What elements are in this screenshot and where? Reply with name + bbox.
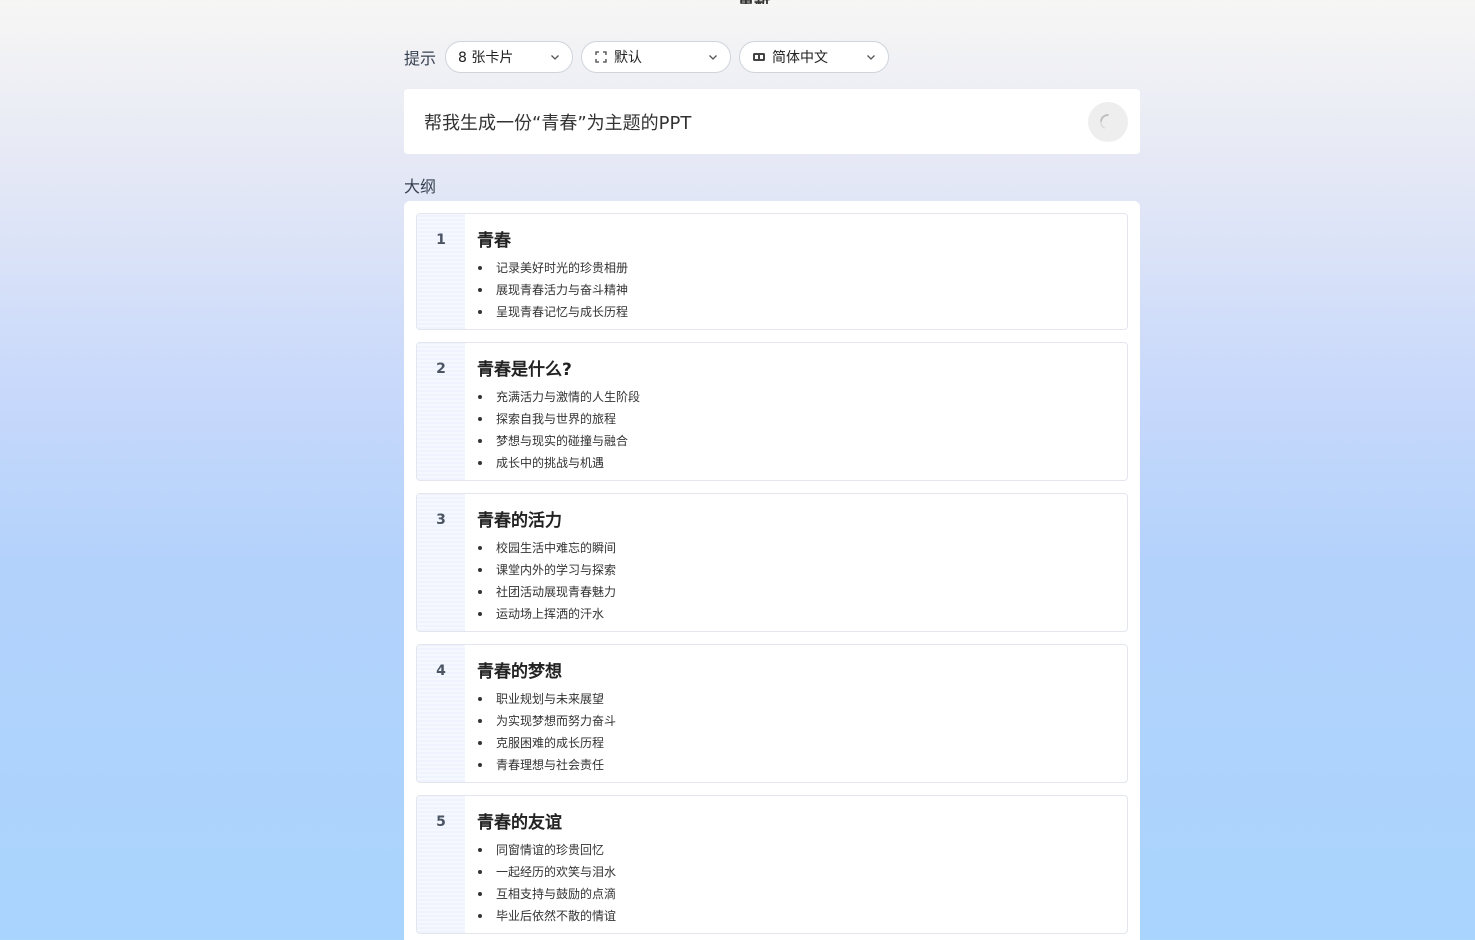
language-value: 简体中文 — [772, 50, 829, 66]
card-point[interactable]: 展现青春活力与奋斗精神 — [477, 279, 1115, 301]
card-number: 4 — [417, 645, 465, 782]
card-points: 充满活力与激情的人生阶段 探索自我与世界的旅程 梦想与现实的碰撞与融合 成长中的… — [477, 386, 1115, 474]
card-title[interactable]: 青春的友谊 — [477, 808, 1115, 833]
card-body: 青春的友谊 同窗情谊的珍贵回忆 一起经历的欢笑与泪水 互相支持与鼓励的点滴 毕业… — [465, 796, 1127, 933]
card-point[interactable]: 梦想与现实的碰撞与融合 — [477, 430, 1115, 452]
loading-spinner-icon — [1100, 113, 1109, 129]
card-title[interactable]: 青春的活力 — [477, 506, 1115, 531]
card-number: 2 — [417, 343, 465, 480]
card-point[interactable]: 青春理想与社会责任 — [477, 754, 1115, 776]
outline-card[interactable]: 5 青春的友谊 同窗情谊的珍贵回忆 一起经历的欢笑与泪水 互相支持与鼓励的点滴 … — [416, 795, 1128, 934]
card-point[interactable]: 校园生活中难忘的瞬间 — [477, 537, 1115, 559]
card-point[interactable]: 成长中的挑战与机遇 — [477, 452, 1115, 474]
card-points: 职业规划与未来展望 为实现梦想而努力奋斗 克服困难的成长历程 青春理想与社会责任 — [477, 688, 1115, 776]
card-point[interactable]: 为实现梦想而努力奋斗 — [477, 710, 1115, 732]
theme-value: 默认 — [614, 50, 643, 66]
chevron-down-icon — [551, 55, 559, 60]
language-icon — [753, 53, 766, 61]
card-number: 5 — [417, 796, 465, 933]
card-point[interactable]: 社团活动展现青春魅力 — [477, 581, 1115, 603]
card-point[interactable]: 呈现青春记忆与成长历程 — [477, 301, 1115, 323]
card-points: 校园生活中难忘的瞬间 课堂内外的学习与探索 社团活动展现青春魅力 运动场上挥洒的… — [477, 537, 1115, 625]
card-title[interactable]: 青春是什么? — [477, 355, 1115, 380]
outline-label: 大纲 — [404, 177, 437, 196]
card-point[interactable]: 一起经历的欢笑与泪水 — [477, 861, 1115, 883]
frame-icon — [595, 51, 607, 63]
card-point[interactable]: 充满活力与激情的人生阶段 — [477, 386, 1115, 408]
card-point[interactable]: 毕业后依然不散的情谊 — [477, 905, 1115, 927]
card-point[interactable]: 互相支持与鼓励的点滴 — [477, 883, 1115, 905]
card-body: 青春的活力 校园生活中难忘的瞬间 课堂内外的学习与探索 社团活动展现青春魅力 运… — [465, 494, 1127, 631]
card-points: 记录美好时光的珍贵相册 展现青春活力与奋斗精神 呈现青春记忆与成长历程 — [477, 257, 1115, 323]
outline-card[interactable]: 2 青春是什么? 充满活力与激情的人生阶段 探索自我与世界的旅程 梦想与现实的碰… — [416, 342, 1128, 481]
card-count-select[interactable]: 8 张卡片 — [445, 41, 574, 73]
card-points: 同窗情谊的珍贵回忆 一起经历的欢笑与泪水 互相支持与鼓励的点滴 毕业后依然不散的… — [477, 839, 1115, 927]
card-body: 青春 记录美好时光的珍贵相册 展现青春活力与奋斗精神 呈现青春记忆与成长历程 — [465, 214, 1127, 329]
card-point[interactable]: 课堂内外的学习与探索 — [477, 559, 1115, 581]
prompt-input[interactable]: 帮我生成一份“青春”为主题的PPT — [404, 89, 1140, 154]
outline-card[interactable]: 3 青春的活力 校园生活中难忘的瞬间 课堂内外的学习与探索 社团活动展现青春魅力… — [416, 493, 1128, 632]
card-point[interactable]: 克服困难的成长历程 — [477, 732, 1115, 754]
outline-panel: 1 青春 记录美好时光的珍贵相册 展现青春活力与奋斗精神 呈现青春记忆与成长历程… — [404, 201, 1140, 940]
outline-card[interactable]: 4 青春的梦想 职业规划与未来展望 为实现梦想而努力奋斗 克服困难的成长历程 青… — [416, 644, 1128, 783]
card-point[interactable]: 同窗情谊的珍贵回忆 — [477, 839, 1115, 861]
page-top-title: 重新 — [738, 0, 838, 4]
card-body: 青春是什么? 充满活力与激情的人生阶段 探索自我与世界的旅程 梦想与现实的碰撞与… — [465, 343, 1127, 480]
generate-button[interactable] — [1088, 101, 1128, 142]
chevron-down-icon — [867, 55, 875, 60]
language-select[interactable]: 简体中文 — [739, 41, 890, 73]
card-point[interactable]: 记录美好时光的珍贵相册 — [477, 257, 1115, 279]
outline-card[interactable]: 1 青春 记录美好时光的珍贵相册 展现青春活力与奋斗精神 呈现青春记忆与成长历程 — [416, 213, 1128, 330]
card-count-value: 8 张卡片 — [458, 50, 514, 66]
card-point[interactable]: 职业规划与未来展望 — [477, 688, 1115, 710]
card-number: 3 — [417, 494, 465, 631]
card-title[interactable]: 青春的梦想 — [477, 657, 1115, 682]
theme-select[interactable]: 默认 — [581, 41, 732, 73]
chevron-down-icon — [709, 55, 717, 60]
generation-controls: 提示 8 张卡片 默认 简体中文 — [404, 41, 890, 73]
card-body: 青春的梦想 职业规划与未来展望 为实现梦想而努力奋斗 克服困难的成长历程 青春理… — [465, 645, 1127, 782]
prompt-text[interactable]: 帮我生成一份“青春”为主题的PPT — [424, 109, 1088, 135]
card-number: 1 — [417, 214, 465, 329]
card-point[interactable]: 探索自我与世界的旅程 — [477, 408, 1115, 430]
prompt-label: 提示 — [404, 49, 437, 68]
card-point[interactable]: 运动场上挥洒的汗水 — [477, 603, 1115, 625]
card-title[interactable]: 青春 — [477, 226, 1115, 251]
